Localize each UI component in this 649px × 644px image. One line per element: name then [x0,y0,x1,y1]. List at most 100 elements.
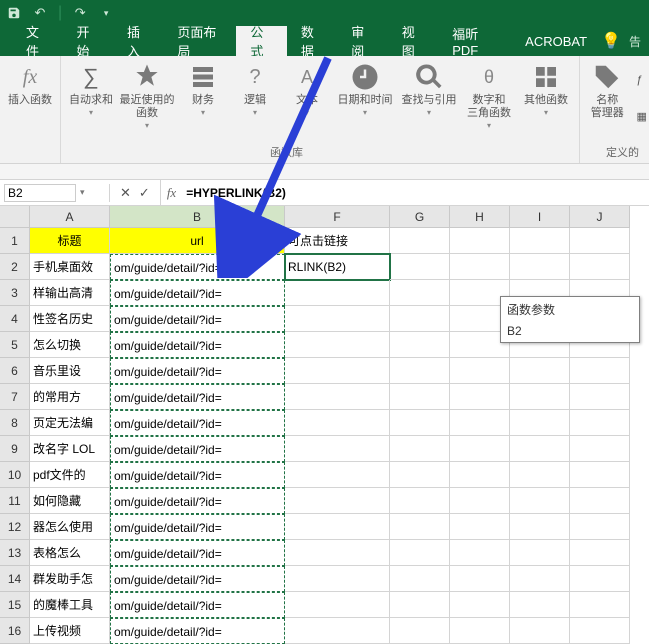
cell-f[interactable] [285,306,390,332]
cell[interactable] [510,410,570,436]
cell-a[interactable]: 群发助手怎 [30,566,110,592]
cell[interactable] [510,592,570,618]
used-in-button[interactable]: ƒ用于 [632,64,649,98]
cell-f[interactable] [285,488,390,514]
cell[interactable] [450,410,510,436]
cell[interactable] [390,306,450,332]
cell[interactable] [570,514,630,540]
enter-icon[interactable]: ✓ [139,185,150,201]
cell-b[interactable]: om/guide/detail/?id= [110,540,285,566]
cell[interactable] [450,462,510,488]
cell[interactable] [450,592,510,618]
tab-file[interactable]: 文件 [12,26,62,56]
cell-b[interactable]: om/guide/detail/?id= [110,566,285,592]
cell-f[interactable] [285,436,390,462]
row-header[interactable]: 13 [0,540,30,566]
cell[interactable] [570,410,630,436]
cell[interactable] [390,332,450,358]
cell[interactable] [570,358,630,384]
name-box[interactable]: ▾ [0,184,110,202]
select-all-corner[interactable] [0,206,30,228]
cell-b[interactable]: om/guide/detail/?id= [110,462,285,488]
cell[interactable] [510,514,570,540]
cell-a[interactable]: 如何隐藏 [30,488,110,514]
tab-acrobat[interactable]: ACROBAT [511,26,601,56]
cell[interactable] [450,540,510,566]
row-header[interactable]: 12 [0,514,30,540]
cell[interactable] [570,540,630,566]
cell[interactable] [390,592,450,618]
cell-a[interactable]: 的魔棒工具 [30,592,110,618]
cell-b[interactable]: om/guide/detail/?id= [110,384,285,410]
cell[interactable] [570,488,630,514]
tab-review[interactable]: 审阅 [337,26,387,56]
row-header[interactable]: 9 [0,436,30,462]
cell-b[interactable]: om/guide/detail/?id= [110,280,285,306]
cell[interactable] [570,566,630,592]
row-header[interactable]: 16 [0,618,30,644]
cell-b[interactable]: om/guide/detail/?id= [110,488,285,514]
row-header[interactable]: 8 [0,410,30,436]
undo-icon[interactable]: ↶ [32,5,48,21]
cell-a[interactable]: 怎么切换 [30,332,110,358]
cell-b[interactable]: om/guide/detail/?id= [110,592,285,618]
cell-b[interactable]: om/guide/detail/?id= [110,618,285,644]
insert-function-button[interactable]: fx 插入函数 [6,60,54,107]
col-header-b[interactable]: B [110,206,285,228]
cell[interactable] [450,566,510,592]
cell[interactable] [570,384,630,410]
cell-a[interactable]: 手机桌面效 [30,254,110,280]
cell[interactable] [510,540,570,566]
tab-formula[interactable]: 公式 [236,26,286,56]
cell-a[interactable]: 的常用方 [30,384,110,410]
formula-input[interactable]: =HYPERLINK(B2) [182,186,649,200]
cell-a[interactable]: 改名字 LOL [30,436,110,462]
row-header[interactable]: 10 [0,462,30,488]
row-header[interactable]: 4 [0,306,30,332]
row-header[interactable]: 1 [0,228,30,254]
tell-me-text[interactable]: 告 [629,33,641,50]
fx-label-icon[interactable]: fx [161,185,182,201]
save-icon[interactable] [6,5,22,21]
col-header-h[interactable]: H [450,206,510,228]
cell[interactable] [570,462,630,488]
cell-a1[interactable]: 标题 [30,228,110,254]
tab-layout[interactable]: 页面布局 [163,26,236,56]
cell-f[interactable] [285,280,390,306]
col-header-j[interactable]: J [570,206,630,228]
cell-f1[interactable]: 可点击链接 [285,228,390,254]
col-header-i[interactable]: I [510,206,570,228]
cell[interactable] [570,254,630,280]
cell-a[interactable]: 页定无法编 [30,410,110,436]
tell-me-icon[interactable]: 💡 [601,31,621,51]
redo-icon[interactable]: ↷ [72,5,88,21]
cell-b[interactable]: om/guide/detail/?id= [110,332,285,358]
cell[interactable] [390,358,450,384]
name-manager-button[interactable]: 名称 管理器 [586,60,628,120]
cell[interactable] [450,618,510,644]
cell[interactable] [510,228,570,254]
math-button[interactable]: θ 数字和 三角函数▾ [463,60,515,130]
cell-b[interactable]: om/guide/detail/?id= [110,254,285,280]
name-box-dropdown-icon[interactable]: ▾ [80,187,85,198]
col-header-a[interactable]: A [30,206,110,228]
row-header[interactable]: 7 [0,384,30,410]
cell-f[interactable] [285,514,390,540]
cell[interactable] [450,384,510,410]
financial-button[interactable]: 财务▾ [179,60,227,117]
recent-button[interactable]: 最近使用的 函数▾ [119,60,175,130]
qat-dropdown-icon[interactable]: ▾ [98,5,114,21]
cell-b[interactable]: om/guide/detail/?id= [110,306,285,332]
cell-b[interactable]: om/guide/detail/?id= [110,514,285,540]
cell-a[interactable]: 上传视频 [30,618,110,644]
cell[interactable] [390,228,450,254]
row-header[interactable]: 11 [0,488,30,514]
cell[interactable] [510,618,570,644]
cell[interactable] [510,384,570,410]
cell-a[interactable]: pdf文件的 [30,462,110,488]
cell-b[interactable]: om/guide/detail/?id= [110,436,285,462]
row-header[interactable]: 2 [0,254,30,280]
cell[interactable] [390,462,450,488]
row-header[interactable]: 3 [0,280,30,306]
cell-b1[interactable]: url [110,228,285,254]
